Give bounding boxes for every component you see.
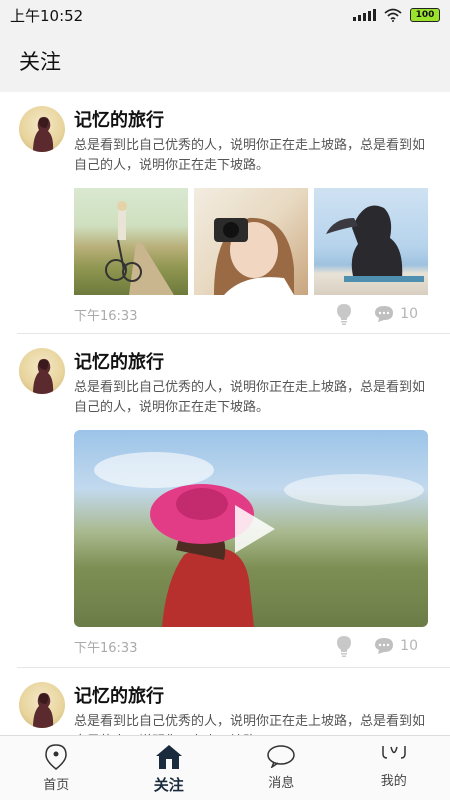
post-text: 总是看到比自己优秀的人，说明你正在走上坡路，总是看到如自己的人，说明你正在走下坡… xyxy=(74,380,426,415)
page-header: 关注 xyxy=(0,30,450,92)
post-image[interactable] xyxy=(194,188,308,295)
battery-level: 100 xyxy=(415,10,435,20)
nav-item-messages[interactable]: 消息 xyxy=(225,736,338,800)
wifi-icon xyxy=(384,8,402,22)
lightbulb-icon[interactable] xyxy=(336,303,352,325)
comment-count: 10 xyxy=(400,638,418,654)
post-actions: 10 xyxy=(336,635,418,657)
nav-item-mine[interactable]: 我的 xyxy=(338,736,450,800)
post-meta: 下午16:33 10 xyxy=(74,295,428,333)
page-title: 关注 xyxy=(19,50,61,74)
post-title: 记忆的旅行 xyxy=(74,110,164,131)
post-text: 总是看到比自己优秀的人，说明你正在走上坡路，总是看到如自己的人，说明你正在走下坡… xyxy=(74,714,426,735)
comment-icon xyxy=(375,306,394,322)
post-time: 下午16:33 xyxy=(74,640,138,656)
comment-button[interactable]: 10 xyxy=(374,305,418,323)
post-actions: 10 xyxy=(336,303,418,325)
avatar[interactable] xyxy=(19,348,65,394)
status-icons: 100 xyxy=(353,8,440,22)
location-pin-icon xyxy=(45,744,68,770)
avatar[interactable] xyxy=(19,106,65,152)
nav-label: 首页 xyxy=(43,778,70,793)
post-images xyxy=(74,188,450,295)
house-icon xyxy=(155,745,182,769)
signal-icon xyxy=(353,9,376,21)
play-icon[interactable] xyxy=(221,499,281,559)
post-title: 记忆的旅行 xyxy=(74,352,164,373)
feed-post[interactable]: 记忆的旅行 总是看到比自己优秀的人，说明你正在走上坡路，总是看到如自己的人，说明… xyxy=(17,92,450,334)
comment-icon xyxy=(375,638,394,654)
avatar[interactable] xyxy=(19,682,65,728)
status-time: 上午10:52 xyxy=(10,6,84,25)
post-image[interactable] xyxy=(74,188,188,295)
post-text: 总是看到比自己优秀的人，说明你正在走上坡路，总是看到如自己的人，说明你正在走下坡… xyxy=(74,138,426,173)
battery-icon: 100 xyxy=(410,8,440,22)
feed-post[interactable]: 记忆的旅行 总是看到比自己优秀的人，说明你正在走上坡路，总是看到如自己的人，说明… xyxy=(17,334,450,668)
profile-face-icon xyxy=(382,746,406,759)
nav-item-follow[interactable]: 关注 xyxy=(113,736,226,800)
bottom-nav: 首页 关注 消息 我的 xyxy=(0,735,450,800)
lightbulb-icon[interactable] xyxy=(336,635,352,657)
nav-label: 我的 xyxy=(380,774,407,789)
post-video[interactable] xyxy=(74,430,428,627)
nav-label: 消息 xyxy=(268,776,295,791)
post-meta: 下午16:33 10 xyxy=(74,627,428,665)
nav-item-home[interactable]: 首页 xyxy=(0,736,113,800)
comment-count: 10 xyxy=(400,306,418,322)
feed-list[interactable]: 记忆的旅行 总是看到比自己优秀的人，说明你正在走上坡路，总是看到如自己的人，说明… xyxy=(0,92,450,735)
status-bar: 上午10:52 100 xyxy=(0,0,450,30)
post-time: 下午16:33 xyxy=(74,308,138,324)
nav-label: 关注 xyxy=(153,776,184,794)
feed-post[interactable]: 记忆的旅行 总是看到比自己优秀的人，说明你正在走上坡路，总是看到如自己的人，说明… xyxy=(17,668,450,735)
comment-button[interactable]: 10 xyxy=(374,637,418,655)
chat-bubble-icon xyxy=(267,745,295,768)
post-image[interactable] xyxy=(314,188,428,295)
post-title: 记忆的旅行 xyxy=(74,686,164,707)
